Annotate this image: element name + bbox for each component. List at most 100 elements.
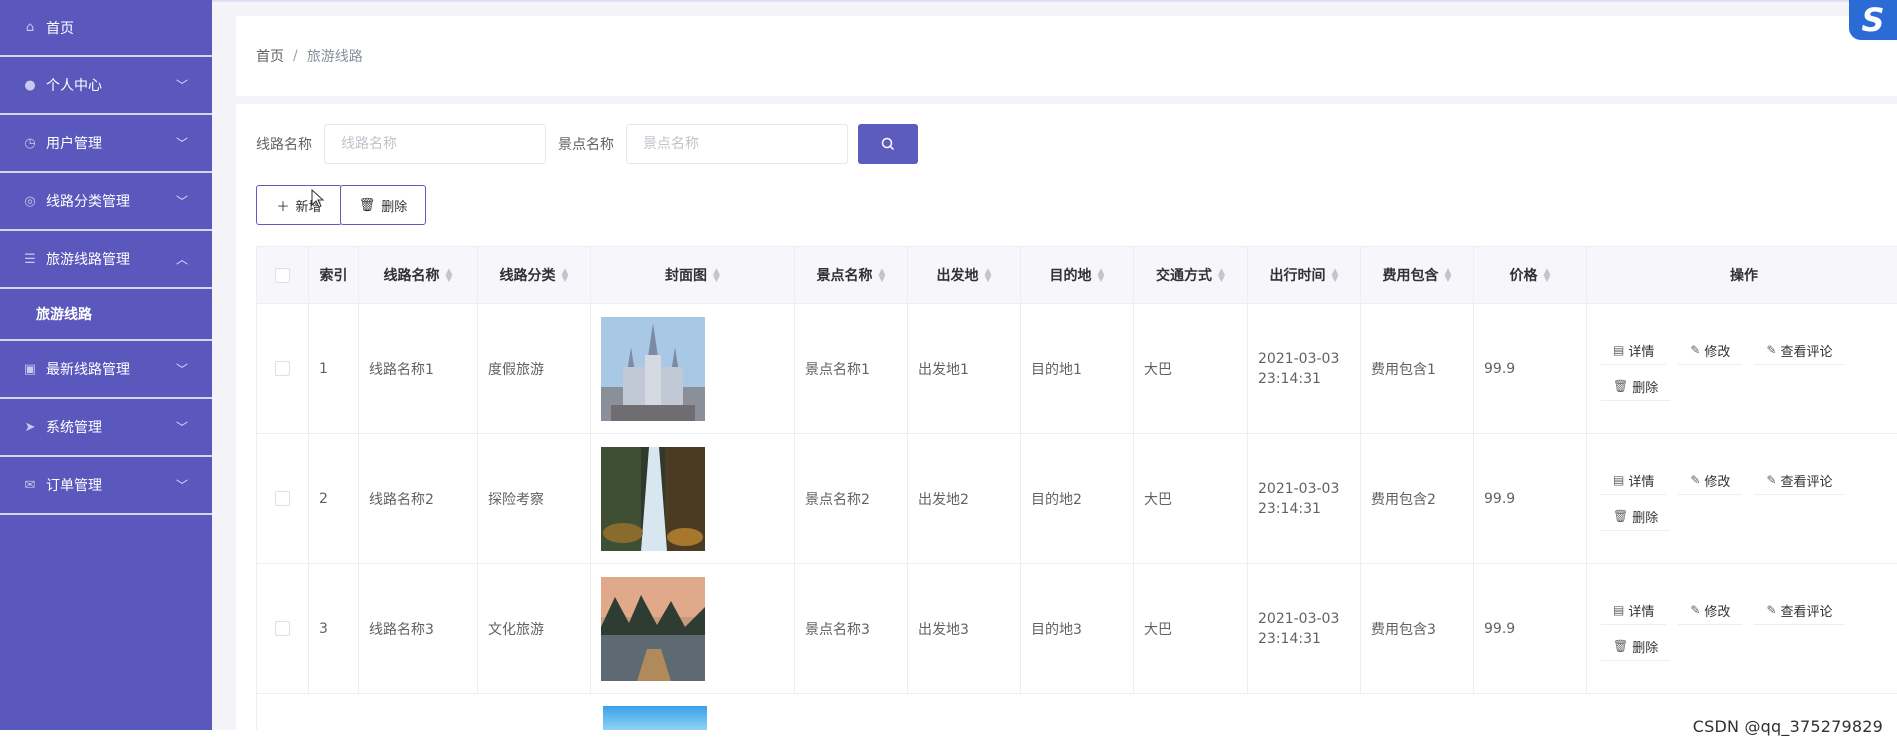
chevron-down-icon: ﹀	[175, 78, 188, 93]
row-checkbox[interactable]	[275, 621, 290, 636]
row-checkbox[interactable]	[275, 361, 290, 376]
trash-icon: 🗑	[1613, 379, 1629, 393]
trash-icon: 🗑	[1613, 509, 1629, 523]
row-delete-button[interactable]: 🗑 删除	[1601, 373, 1671, 401]
mouse-cursor-icon	[311, 189, 325, 208]
sort-icon[interactable]: ▲ ▼	[1218, 268, 1225, 284]
breadcrumb-home[interactable]: 首页	[256, 46, 284, 66]
view-comments-button[interactable]: ✎ 查看评论	[1754, 597, 1845, 625]
table-row: 2 线路名称2 探险考察 景点名称2 出发地2 目的地2 大巴 2021-03-…	[256, 433, 1897, 564]
sidebar-item-label: 旅游线路管理	[46, 252, 130, 268]
edit-button[interactable]: ✎ 修改	[1678, 467, 1743, 495]
column-header-to[interactable]: 目的地 ▲ ▼	[1020, 246, 1134, 304]
brand-logo: S	[1849, 0, 1897, 40]
column-header-route-name[interactable]: 线路名称 ▲ ▼	[358, 246, 478, 304]
column-header-label: 交通方式	[1156, 268, 1213, 284]
send-icon: ➤	[24, 419, 36, 435]
sliders-icon: ☰	[24, 251, 36, 267]
sidebar-item-orders[interactable]: ✉ 订单管理 ﹀	[0, 457, 212, 515]
bottom-strip	[0, 730, 1897, 742]
edit-button[interactable]: ✎ 修改	[1678, 337, 1743, 365]
sort-icon[interactable]: ▲ ▼	[713, 268, 720, 284]
row-delete-button[interactable]: 🗑 删除	[1601, 633, 1671, 661]
sort-icon[interactable]: ▲ ▼	[562, 268, 569, 284]
route-name-input[interactable]	[324, 124, 546, 164]
detail-label: 详情	[1628, 344, 1655, 360]
column-header-transport[interactable]: 交通方式 ▲ ▼	[1133, 246, 1248, 304]
document-icon: ▤	[1613, 473, 1625, 487]
category-cell: 文化旅游	[477, 563, 591, 694]
sort-icon[interactable]: ▲ ▼	[1332, 268, 1339, 284]
row-select-cell[interactable]	[256, 433, 309, 564]
price-cell: 99.9	[1473, 303, 1587, 434]
sidebar-item-latest-routes[interactable]: ▣ 最新线路管理 ﹀	[0, 341, 212, 399]
compass-icon: ◎	[24, 193, 36, 209]
view-comments-button[interactable]: ✎ 查看评论	[1754, 467, 1845, 495]
watermark-text: CSDN @qq_375279829	[1692, 717, 1883, 736]
document-icon: ▤	[1613, 603, 1625, 617]
sort-icon[interactable]: ▲ ▼	[985, 268, 992, 284]
chevron-down-icon: ﹀	[175, 194, 188, 209]
select-all-cell[interactable]	[256, 246, 309, 304]
scenic-cell: 景点名称1	[794, 303, 908, 434]
sort-icon[interactable]: ▲ ▼	[446, 268, 453, 284]
fees-cell: 费用包含2	[1360, 433, 1474, 564]
add-button[interactable]: ＋ 新增	[256, 185, 342, 225]
index-cell: 3	[308, 563, 359, 694]
document-icon: ▤	[1613, 343, 1625, 357]
column-header-label: 出发地	[936, 268, 979, 284]
scenic-name-input[interactable]	[626, 124, 848, 164]
sort-icon[interactable]: ▲ ▼	[1445, 268, 1452, 284]
cover-cell	[590, 433, 795, 564]
detail-button[interactable]: ▤ 详情	[1601, 597, 1667, 625]
row-select-cell[interactable]	[256, 563, 309, 694]
sidebar-item-tour-routes[interactable]: ☰ 旅游线路管理 ︿	[0, 231, 212, 289]
sidebar-item-profile[interactable]: ● 个人中心 ﹀	[0, 57, 212, 115]
sidebar-item-home[interactable]: ⌂ 首页	[0, 0, 212, 57]
edit-button[interactable]: ✎ 修改	[1678, 597, 1743, 625]
row-select-cell[interactable]	[256, 303, 309, 434]
cover-image-partial[interactable]	[603, 706, 707, 730]
column-header-from[interactable]: 出发地 ▲ ▼	[907, 246, 1021, 304]
column-header-category[interactable]: 线路分类 ▲ ▼	[477, 246, 591, 304]
column-header-fees[interactable]: 费用包含 ▲ ▼	[1360, 246, 1474, 304]
river-raft-image[interactable]	[601, 576, 705, 681]
row-delete-label: 删除	[1632, 380, 1659, 396]
detail-label: 详情	[1628, 604, 1655, 620]
row-checkbox[interactable]	[275, 491, 290, 506]
sidebar-item-label: 订单管理	[46, 478, 102, 494]
detail-button[interactable]: ▤ 详情	[1601, 467, 1667, 495]
sidebar-item-users[interactable]: ◷ 用户管理 ﹀	[0, 115, 212, 173]
sort-icon[interactable]: ▲ ▼	[879, 268, 886, 284]
column-header-scenic[interactable]: 景点名称 ▲ ▼	[794, 246, 908, 304]
sidebar-subitem-tour-routes[interactable]: 旅游线路	[0, 289, 212, 341]
route-name-cell: 线路名称3	[358, 563, 478, 694]
column-header-cover[interactable]: 封面图 ▲ ▼	[590, 246, 795, 304]
from-cell: 出发地1	[907, 303, 1021, 434]
detail-button[interactable]: ▤ 详情	[1601, 337, 1667, 365]
chevron-down-icon: ﹀	[175, 478, 188, 493]
detail-label: 详情	[1628, 474, 1655, 490]
row-delete-button[interactable]: 🗑 删除	[1601, 503, 1671, 531]
column-header-label: 景点名称	[816, 268, 873, 284]
search-button[interactable]	[858, 124, 918, 164]
route-name-label: 线路名称	[256, 137, 312, 153]
sort-icon[interactable]: ▲ ▼	[1544, 268, 1551, 284]
trash-icon: 🗑	[358, 197, 376, 213]
castle-image[interactable]	[601, 316, 705, 421]
waterfall-image[interactable]	[601, 446, 705, 551]
sidebar-item-system[interactable]: ➤ 系统管理 ﹀	[0, 399, 212, 457]
row-actions: ▤ 详情 ✎ 修改 ✎ 查看评论 🗑 删除	[1597, 467, 1897, 531]
sort-icon[interactable]: ▲ ▼	[1098, 268, 1105, 284]
column-header-label: 线路名称	[383, 268, 440, 284]
select-all-checkbox[interactable]	[275, 267, 290, 283]
delete-button[interactable]: 🗑 删除	[340, 185, 426, 225]
breadcrumb-separator: /	[293, 48, 298, 64]
column-header-time[interactable]: 出行时间 ▲ ▼	[1247, 246, 1361, 304]
column-header-label: 价格	[1509, 268, 1538, 284]
date-text: 2021-03-03	[1258, 480, 1340, 497]
edit-label: 修改	[1704, 474, 1731, 490]
column-header-price[interactable]: 价格 ▲ ▼	[1473, 246, 1587, 304]
view-comments-button[interactable]: ✎ 查看评论	[1754, 337, 1845, 365]
sidebar-item-route-category[interactable]: ◎ 线路分类管理 ﹀	[0, 173, 212, 231]
